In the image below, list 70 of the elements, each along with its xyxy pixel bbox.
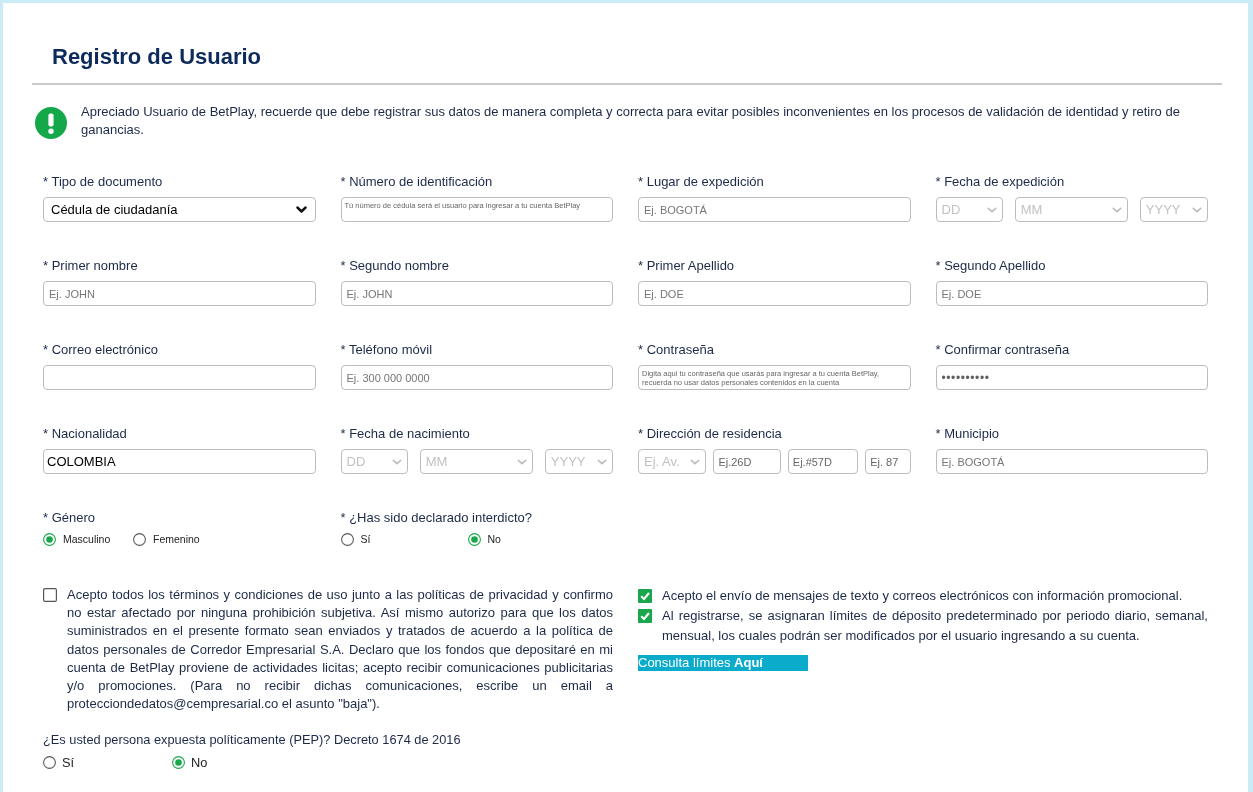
input-field[interactable]: Ej. JOHN <box>340 281 613 306</box>
input-field[interactable]: Ej. 300 000 0000 <box>340 365 613 390</box>
dropdown-field[interactable]: MM <box>1014 197 1128 222</box>
chevron-down-icon <box>1111 206 1122 213</box>
checkbox[interactable] <box>638 609 652 623</box>
field-label: * Lugar de expedición <box>638 174 764 190</box>
field-label: * Correo electrónico <box>43 342 158 358</box>
chevron-down-icon <box>1192 206 1202 213</box>
option-label: No <box>487 532 501 547</box>
field-label: * Primer Apellido <box>638 258 735 274</box>
password-field[interactable]: •••••••••• <box>935 365 1208 390</box>
field-label: * Contraseña <box>638 342 714 358</box>
radio-button[interactable] <box>43 533 56 546</box>
page-title: Registro de Usuario <box>52 43 263 71</box>
limits-link[interactable]: Consulta límites Aquí <box>638 655 808 671</box>
field-label: * Segundo Apellido <box>935 258 1046 274</box>
input-field[interactable] <box>43 365 316 390</box>
field-label: * Primer nombre <box>43 258 138 274</box>
radio-button[interactable] <box>340 533 354 546</box>
radio-button[interactable] <box>172 755 185 769</box>
option-label: Masculino <box>63 532 111 547</box>
dropdown-field[interactable]: DD <box>935 197 1003 222</box>
field-label: * Municipio <box>935 426 1000 442</box>
dropdown-field[interactable]: YYYY <box>1139 197 1208 222</box>
dropdown-field[interactable]: MM <box>419 449 533 474</box>
chevron-down-icon <box>690 458 701 465</box>
option-label: Sí <box>62 754 75 770</box>
option-label: Femenino <box>153 532 200 547</box>
input-field[interactable]: Ej. DOE <box>638 281 911 306</box>
checkbox[interactable] <box>638 589 652 603</box>
input-field[interactable]: Ej. 87 <box>865 449 911 474</box>
consent-text: Al registrarse, se asignaran límites de déposito predeterminado por periodo diario, semanal, mensual, los cuales podrán ser modificados por el usuario ingresando a su cuenta. <box>662 607 1208 645</box>
chevron-down-icon <box>295 206 307 213</box>
option-label: Sí <box>360 532 371 547</box>
chevron-down-icon <box>516 458 527 465</box>
field-label: * Confirmar contraseña <box>935 342 1070 358</box>
radio-button[interactable] <box>43 755 56 769</box>
notice-text: Apreciado Usuario de BetPlay, recuerde que debe registrar sus datos de manera completa y correcta para evitar posibles inconvenientes en los procesos de validación de identidad y retiro de ganancias. <box>81 103 1181 139</box>
pep-question: ¿Es usted persona expuesta políticamente (PEP)? Decreto 1674 de 2016 <box>43 731 462 750</box>
field-label: * ¿Has sido declarado interdicto? <box>340 510 532 526</box>
dropdown-field[interactable]: Ej. Av. <box>638 449 707 474</box>
field-label: * Teléfono móvil <box>340 342 433 358</box>
field-label: * Género <box>43 510 96 526</box>
field-label: * Nacionalidad <box>43 426 127 442</box>
input-field[interactable]: Ej. BOGOTÁ <box>935 449 1208 474</box>
field-label: * Tipo de documento <box>43 174 163 190</box>
radio-button[interactable] <box>133 533 146 546</box>
dropdown-field[interactable]: Cédula de ciudadanía <box>43 197 316 222</box>
field-label: * Fecha de nacimiento <box>340 426 470 442</box>
field-label: * Dirección de residencia <box>638 426 782 442</box>
dropdown-field[interactable]: YYYY <box>544 449 613 474</box>
field-label: * Fecha de expedición <box>935 174 1065 190</box>
input-field[interactable]: Ej. BOGOTÁ <box>638 197 911 222</box>
field-label: * Segundo nombre <box>340 258 449 274</box>
input-field[interactable]: Ej.#57D <box>787 449 859 474</box>
consent-text: Acepto el envío de mensajes de texto y correos electrónicos con información promocional. <box>662 587 1184 605</box>
checkbox[interactable] <box>43 588 57 603</box>
field-label: * Número de identificación <box>340 174 493 190</box>
option-label: No <box>191 754 208 770</box>
chevron-down-icon <box>986 206 997 213</box>
input-field[interactable]: Ej.26D <box>713 449 781 474</box>
radio-button[interactable] <box>467 533 481 546</box>
input-field[interactable]: Ej. DOE <box>935 281 1208 306</box>
input-field[interactable]: Ej. JOHN <box>43 281 316 306</box>
consent-text: Acepto todos los términos y condiciones de uso junto a las políticas de privacidad y confirmo no estar afectado por ninguna prohibición subjetiva. Así mismo autorizo para que los datos suministrados en el presente formato sean enviados y tratados de acuerdo a la política de datos personales de Corredor Empresarial S.A. Declaro que los fondos que depositaré en mi cuenta de BetPlay proviene de actividades licitas; acepto recibir comunicaciones publicitarias y/o promociones. (Para no recibir dichas comunicaciones, escribe un email a protecciondedatos@cempresarial.co el asunto "baja"). <box>67 586 613 714</box>
chevron-down-icon <box>597 458 607 465</box>
chevron-down-icon <box>391 458 402 465</box>
input-field[interactable]: COLOMBIA <box>43 449 316 474</box>
dropdown-field[interactable]: DD <box>340 449 408 474</box>
alert-icon <box>35 107 67 139</box>
